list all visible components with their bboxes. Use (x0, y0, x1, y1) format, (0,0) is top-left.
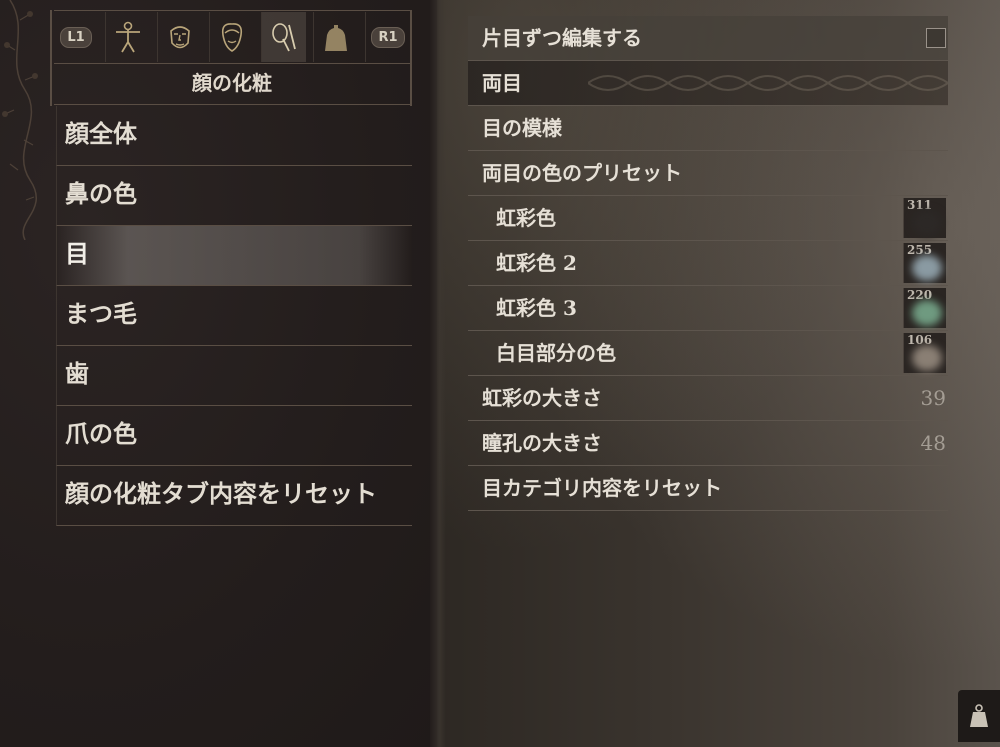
iris-color-3-swatch[interactable]: 220 (903, 288, 946, 328)
category-menu: 顔全体 鼻の色 目 まつ毛 歯 爪の色 顔の化粧タブ内容をリセット (56, 106, 412, 526)
r1-shoulder-button[interactable]: R1 (365, 12, 410, 62)
iris-color-3-blob (912, 300, 942, 326)
eye-pattern-row[interactable]: 目の模様 (468, 106, 948, 151)
face-icon (170, 26, 190, 49)
category-tab-bar: L1 R1 (54, 10, 410, 64)
cosmetics-icon (272, 23, 296, 52)
weight-indicator (958, 690, 1000, 742)
tab-hair[interactable] (209, 12, 254, 62)
panel-divider (430, 0, 446, 747)
iris-color-3-label: 虹彩色 3 (496, 296, 577, 320)
menu-item-nose-color[interactable]: 鼻の色 (56, 166, 412, 226)
iris-color-swatch[interactable]: 311 (903, 198, 946, 238)
sclera-color-row[interactable]: 白目部分の色 106 (468, 331, 948, 376)
sclera-color-blob (912, 345, 942, 371)
weight-icon (970, 704, 988, 727)
menu-item-eyelashes[interactable]: まつ毛 (56, 286, 412, 346)
menu-item-eyes[interactable]: 目 (56, 226, 412, 286)
tab-torso[interactable] (313, 12, 358, 62)
iris-color-2-blob (912, 255, 942, 281)
frame-line (410, 10, 412, 106)
edit-each-eye-label: 片目ずつ編集する (482, 26, 642, 50)
sclera-color-swatch[interactable]: 106 (903, 333, 946, 373)
both-eyes-label: 両目 (482, 71, 522, 95)
iris-size-row[interactable]: 虹彩の大きさ 39 (468, 376, 948, 421)
edit-each-eye-row[interactable]: 片目ずつ編集する (468, 16, 948, 61)
iris-size-label: 虹彩の大きさ (482, 386, 602, 410)
iris-color-2-label: 虹彩色 2 (496, 251, 577, 275)
both-eyes-section: 両目 (468, 61, 948, 106)
sclera-color-label: 白目部分の色 (496, 341, 616, 365)
torso-icon (325, 25, 347, 51)
menu-item-face-whole[interactable]: 顔全体 (56, 106, 412, 166)
menu-item-teeth[interactable]: 歯 (56, 346, 412, 406)
tab-body[interactable] (105, 12, 150, 62)
iris-color-2-swatch[interactable]: 255 (903, 243, 946, 283)
eye-color-preset-label: 両目の色のプリセット (482, 161, 682, 185)
pupil-size-label: 瞳孔の大きさ (482, 431, 602, 455)
eye-pattern-label: 目の模様 (482, 116, 562, 140)
iris-color-blob (912, 210, 942, 236)
pupil-size-value: 48 (920, 431, 946, 455)
character-creation-screen: L1 R1 顔の化粧 顔全体 鼻の色 目 まつ毛 歯 爪の色 顔の化粧タブ内容を… (0, 0, 1000, 747)
page-title: 顔の化粧 (54, 62, 410, 105)
body-icon (116, 21, 140, 53)
tab-face[interactable] (157, 12, 202, 62)
reset-eye-label: 目カテゴリ内容をリセット (482, 476, 722, 500)
iris-color-2-row[interactable]: 虹彩色 2 255 (468, 241, 948, 286)
l1-label: L1 (60, 26, 92, 48)
frame-line (50, 10, 52, 106)
r1-label: R1 (371, 26, 405, 48)
knot-ornament-icon (588, 75, 948, 91)
iris-color-label: 虹彩色 (496, 206, 556, 230)
iris-size-value: 39 (920, 386, 946, 410)
eye-color-preset-row[interactable]: 両目の色のプリセット (468, 151, 948, 196)
tab-cosmetics[interactable] (261, 12, 306, 62)
menu-item-nail-color[interactable]: 爪の色 (56, 406, 412, 466)
pupil-size-row[interactable]: 瞳孔の大きさ 48 (468, 421, 948, 466)
menu-item-reset-tab[interactable]: 顔の化粧タブ内容をリセット (56, 466, 412, 526)
iris-color-3-row[interactable]: 虹彩色 3 220 (468, 286, 948, 331)
edit-each-eye-checkbox[interactable] (926, 28, 946, 48)
iris-color-row[interactable]: 虹彩色 311 (468, 196, 948, 241)
eye-settings-list: 片目ずつ編集する 両目 目の模様 両目の色のプリセット 虹彩色 311 虹彩色 … (468, 16, 948, 511)
hair-icon (221, 23, 243, 52)
l1-shoulder-button[interactable]: L1 (54, 12, 98, 62)
reset-eye-row[interactable]: 目カテゴリ内容をリセット (468, 466, 948, 511)
